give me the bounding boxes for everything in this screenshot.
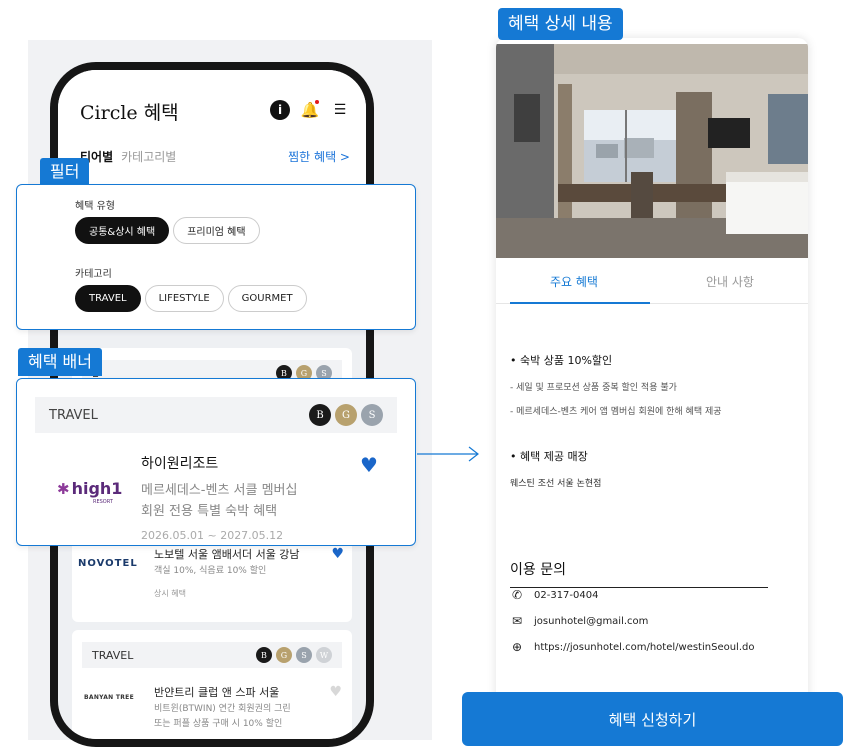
high1-logo-sub: RESORT: [93, 499, 113, 505]
app-title: Circle 혜택: [80, 102, 179, 124]
menu-icon[interactable]: ☰: [330, 100, 350, 120]
bell-icon[interactable]: 🔔: [300, 100, 320, 120]
tier-badges: B G S W: [256, 647, 332, 663]
card-desc-2: 또는 퍼플 상품 구매 시 10% 할인: [154, 719, 283, 729]
tab-guide[interactable]: 안내 사항: [652, 260, 808, 303]
hotel-room-photo: [496, 44, 808, 258]
card-title: 노보텔 서울 앰배서더 서울 강남: [154, 548, 300, 561]
chip-travel[interactable]: TRAVEL: [75, 285, 141, 312]
section1-line-2: - 메르세데스-벤츠 케어 앱 멤버십 회원에 한해 혜택 제공: [510, 407, 722, 417]
card-title: 반얀트리 클럽 앤 스파 서울: [154, 686, 280, 699]
tier-badges: B G S: [309, 404, 383, 426]
tier-badge-b: B: [309, 404, 331, 426]
globe-icon: ⊕: [511, 640, 523, 654]
chip-common-benefit[interactable]: 공통&상시 혜택: [75, 217, 170, 244]
high1-logo-text: high1: [71, 479, 123, 498]
banner-desc-2: 회원 전용 특별 숙박 혜택: [141, 504, 278, 519]
detail-callout-label: 혜택 상세 내용: [498, 8, 623, 40]
mail-icon: ✉: [511, 614, 523, 628]
phone-icon: ✆: [511, 588, 523, 602]
benefit-detail-panel: 주요 혜택 안내 사항 • 숙박 상품 10%할인 - 세일 및 프로모션 상품…: [496, 38, 808, 738]
category-chips: TRAVEL LIFESTYLE GOURMET: [75, 285, 311, 312]
card-desc: 객실 10%, 식음료 10% 할인: [154, 566, 267, 576]
contact-title: 이용 문의: [510, 559, 768, 588]
tabs-row: 티어별 카테고리별 찜한 혜택 >: [80, 148, 350, 165]
category-label: 카테고리: [75, 269, 112, 280]
section2-line: 웨스틴 조선 서울 논현점: [510, 479, 602, 489]
filter-panel: 혜택 유형 공통&상시 혜택 프리미엄 혜택 카테고리 TRAVEL LIFES…: [16, 184, 416, 330]
contact-email-row[interactable]: ✉ josunhotel@gmail.com: [510, 614, 648, 628]
card-tag: 상시 혜택: [154, 589, 186, 598]
fav-benefits-link[interactable]: 찜한 혜택 >: [288, 148, 350, 165]
benefit-card-banyan[interactable]: TRAVEL B G S W BANYAN TREE 반얀트리 클럽 앤 스파 …: [72, 630, 352, 739]
card-desc-1: 비트윈(BTWIN) 연간 회원권의 그린: [154, 704, 291, 714]
tier-badge-s: S: [296, 647, 312, 663]
contact-url: https://josunhotel.com/hotel/westinSeoul…: [534, 641, 755, 653]
apply-benefit-button[interactable]: 혜택 신청하기: [462, 692, 843, 746]
banner-title: 하이원리조트: [141, 456, 219, 472]
contact-email: josunhotel@gmail.com: [534, 615, 649, 627]
card-category: TRAVEL: [92, 648, 134, 662]
filter-callout-label: 필터: [40, 158, 90, 186]
tab-category[interactable]: 카테고리별: [121, 148, 176, 165]
detail-tabs: 주요 혜택 안내 사항: [496, 260, 808, 304]
banner-desc-1: 메르세데스-벤츠 서클 멤버십: [141, 483, 298, 498]
banner-callout-label: 혜택 배너: [18, 348, 102, 376]
heart-icon[interactable]: ♥: [360, 453, 378, 477]
tier-badge-s: S: [361, 404, 383, 426]
app-header: Circle 혜택 i 🔔 ☰ 티어별 카테고리별 찜한 혜택 >: [58, 70, 366, 188]
header-icons: i 🔔 ☰: [270, 100, 350, 120]
high1-logo: ✱ high1: [57, 479, 122, 498]
tier-badge-g: G: [276, 647, 292, 663]
heart-icon[interactable]: ♥: [329, 684, 342, 700]
tab-main-benefits[interactable]: 주요 혜택: [496, 260, 652, 304]
info-icon[interactable]: i: [270, 100, 290, 120]
section1-line-1: - 세일 및 프로모션 상품 중복 할인 적용 불가: [510, 383, 677, 393]
heart-icon[interactable]: ♥: [331, 546, 344, 562]
chip-lifestyle[interactable]: LIFESTYLE: [144, 285, 224, 312]
benefit-type-label: 혜택 유형: [75, 201, 115, 212]
banner-card-head: TRAVEL B G S: [35, 397, 397, 433]
stage: Circle 혜택 i 🔔 ☰ 티어별 카테고리별 찜한 혜택 > L B: [0, 0, 843, 755]
arrow-right-icon: [417, 446, 479, 462]
notification-dot: [315, 100, 319, 104]
banner-period: 2026.05.01 ~ 2027.05.12: [141, 529, 284, 542]
contact-url-row[interactable]: ⊕ https://josunhotel.com/hotel/westinSeo…: [510, 640, 755, 654]
tier-badge-g: G: [335, 404, 357, 426]
banner-category: TRAVEL: [49, 407, 98, 423]
novotel-logo: NOVOTEL: [78, 558, 138, 569]
section1-title: • 숙박 상품 10%할인: [510, 354, 613, 367]
tier-badge-w: W: [316, 647, 332, 663]
banyan-logo: BANYAN TREE: [84, 694, 134, 701]
tier-badge-b: B: [256, 647, 272, 663]
section2-title: • 혜택 제공 매장: [510, 450, 588, 463]
chip-gourmet[interactable]: GOURMET: [227, 285, 307, 312]
contact-phone: 02-317-0404: [534, 589, 599, 601]
chip-premium-benefit[interactable]: 프리미엄 혜택: [173, 217, 260, 244]
benefit-type-chips: 공통&상시 혜택 프리미엄 혜택: [75, 217, 264, 244]
benefit-card-novotel[interactable]: 노보텔 서울 앰배서더 서울 강남 객실 10%, 식음료 10% 할인 상시 …: [72, 540, 352, 622]
contact-phone-row[interactable]: ✆ 02-317-0404: [510, 588, 599, 602]
card-head: TRAVEL B G S W: [82, 642, 342, 668]
banner-panel[interactable]: TRAVEL B G S ✱ high1 RESORT 하이원리조트 메르세데스…: [16, 378, 416, 546]
flower-icon: ✱: [57, 480, 70, 498]
